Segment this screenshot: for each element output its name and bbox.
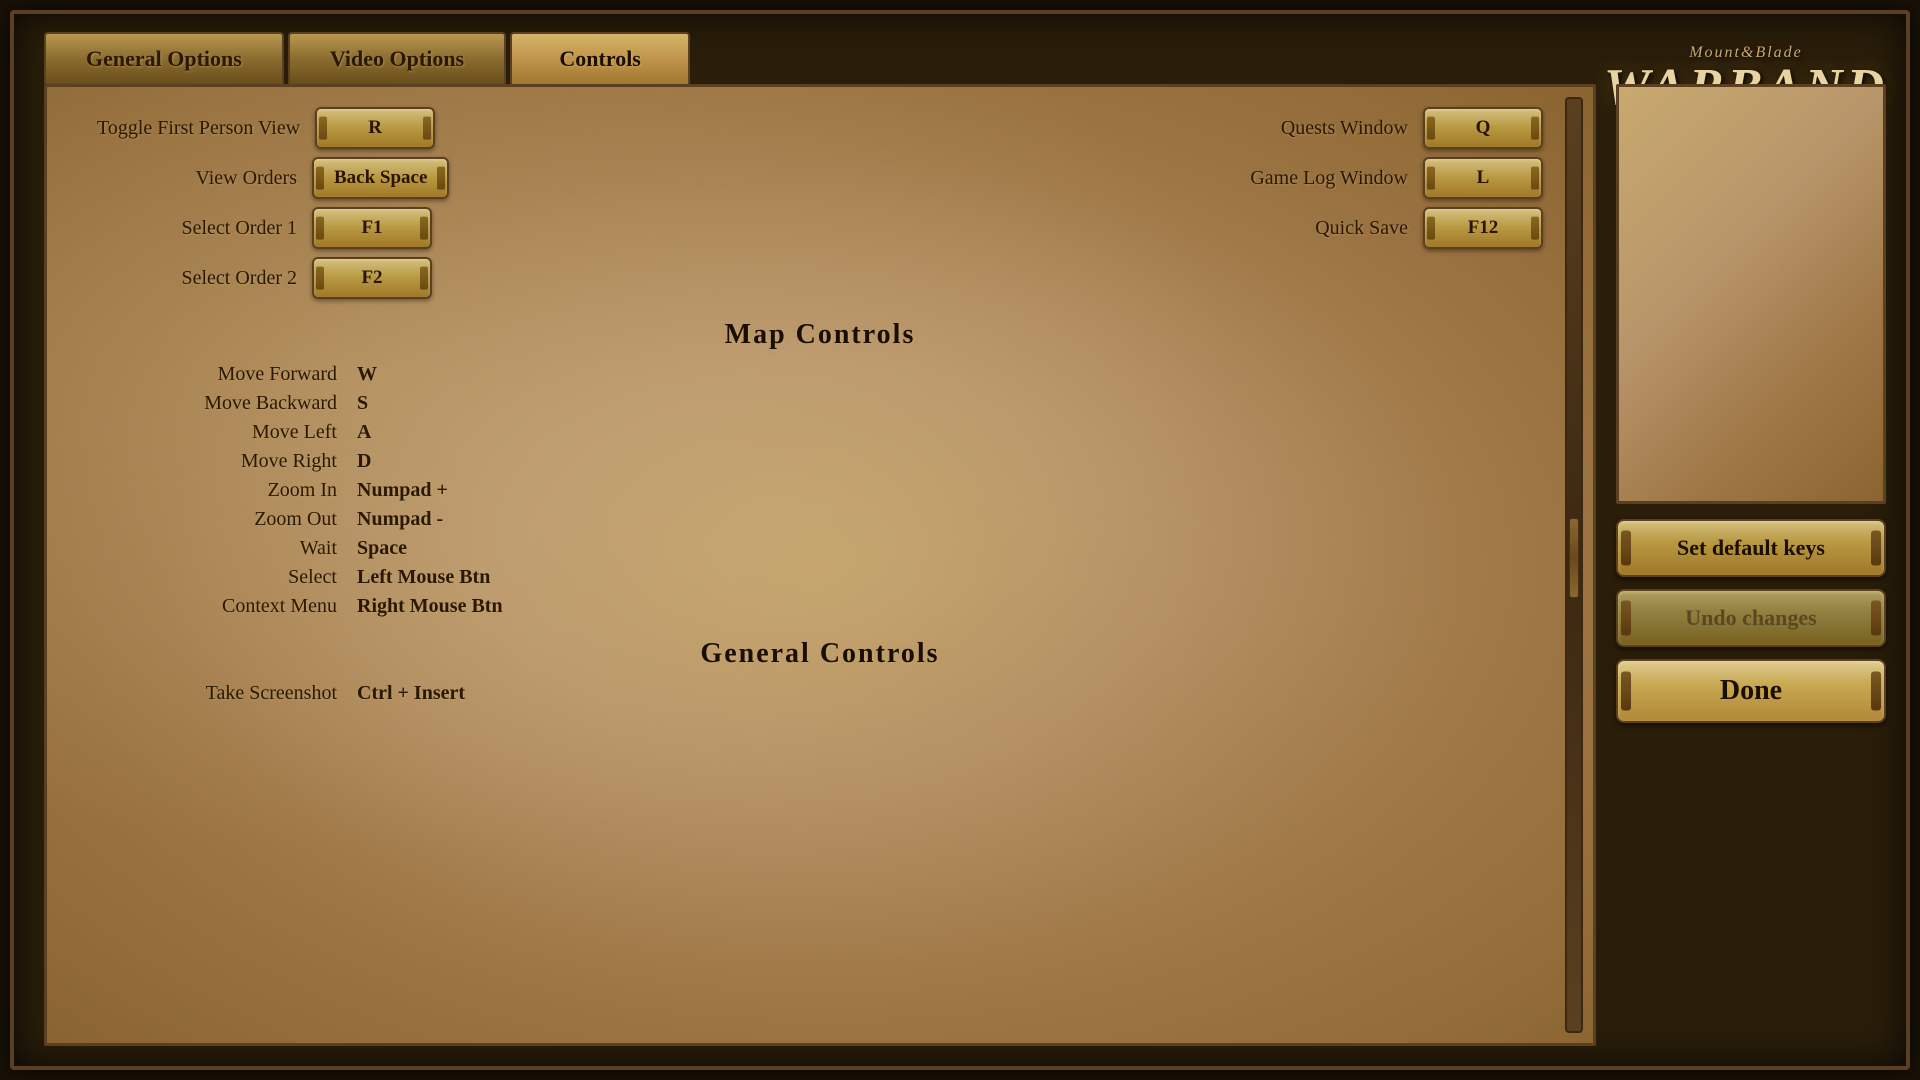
left-controls: Toggle First Person View R View Orders B… — [97, 107, 449, 299]
label-quests-window: Quests Window — [1208, 117, 1408, 140]
right-panel: Set default keys Undo changes Done — [1616, 84, 1886, 1046]
key-move-left: A — [357, 421, 371, 444]
main-content: Toggle First Person View R View Orders B… — [44, 84, 1596, 1046]
right-controls: Quests Window Q Game Log Window L Quick … — [1208, 107, 1543, 299]
label-move-right: Move Right — [137, 450, 337, 473]
keybind-move-backward: Move Backward S — [137, 392, 1503, 415]
general-controls-table: Take Screenshot Ctrl + Insert — [77, 682, 1563, 705]
outer-frame: Mount&Blade WARBAND General Options Vide… — [10, 10, 1910, 1070]
key-select: Left Mouse Btn — [357, 566, 490, 589]
key-zoom-in: Numpad + — [357, 479, 448, 502]
control-row-quick-save: Quick Save F12 — [1208, 207, 1543, 249]
label-take-screenshot: Take Screenshot — [137, 682, 337, 705]
key-zoom-out: Numpad - — [357, 508, 443, 531]
control-row-quests-window: Quests Window Q — [1208, 107, 1543, 149]
label-view-orders: View Orders — [97, 167, 297, 190]
key-take-screenshot: Ctrl + Insert — [357, 682, 465, 705]
key-view-orders[interactable]: Back Space — [312, 157, 449, 199]
keybind-move-right: Move Right D — [137, 450, 1503, 473]
control-row-view-orders: View Orders Back Space — [97, 157, 449, 199]
scrollbar[interactable] — [1565, 97, 1583, 1033]
label-select-order-2: Select Order 2 — [97, 267, 297, 290]
label-move-forward: Move Forward — [137, 363, 337, 386]
control-row-game-log-window: Game Log Window L — [1208, 157, 1543, 199]
key-move-right: D — [357, 450, 371, 473]
label-toggle-first-person: Toggle First Person View — [97, 117, 300, 140]
controls-content: Toggle First Person View R View Orders B… — [47, 87, 1593, 1043]
control-row-select-order-1: Select Order 1 F1 — [97, 207, 449, 249]
control-row-select-order-2: Select Order 2 F2 — [97, 257, 449, 299]
label-wait: Wait — [137, 537, 337, 560]
key-toggle-first-person[interactable]: R — [315, 107, 435, 149]
key-wait: Space — [357, 537, 407, 560]
done-button[interactable]: Done — [1616, 659, 1886, 723]
keybind-zoom-in: Zoom In Numpad + — [137, 479, 1503, 502]
keybind-take-screenshot: Take Screenshot Ctrl + Insert — [137, 682, 1503, 705]
key-select-order-2[interactable]: F2 — [312, 257, 432, 299]
label-move-left: Move Left — [137, 421, 337, 444]
key-move-forward: W — [357, 363, 377, 386]
set-default-keys-button[interactable]: Set default keys — [1616, 519, 1886, 577]
tab-video-options[interactable]: Video Options — [288, 32, 506, 84]
label-game-log-window: Game Log Window — [1208, 167, 1408, 190]
key-select-order-1[interactable]: F1 — [312, 207, 432, 249]
key-context-menu: Right Mouse Btn — [357, 595, 503, 618]
action-buttons: Set default keys Undo changes Done — [1616, 519, 1886, 733]
tab-general-options[interactable]: General Options — [44, 32, 284, 84]
key-move-backward: S — [357, 392, 368, 415]
label-zoom-out: Zoom Out — [137, 508, 337, 531]
scrollbar-thumb[interactable] — [1569, 518, 1579, 598]
top-controls: Toggle First Person View R View Orders B… — [77, 107, 1563, 299]
label-context-menu: Context Menu — [137, 595, 337, 618]
key-game-log-window[interactable]: L — [1423, 157, 1543, 199]
label-quick-save: Quick Save — [1208, 217, 1408, 240]
tab-bar: General Options Video Options Controls — [44, 32, 690, 84]
undo-changes-button[interactable]: Undo changes — [1616, 589, 1886, 647]
general-controls-header: General Controls — [77, 638, 1563, 670]
keybind-select: Select Left Mouse Btn — [137, 566, 1503, 589]
control-row-toggle-first-person: Toggle First Person View R — [97, 107, 449, 149]
label-zoom-in: Zoom In — [137, 479, 337, 502]
keybind-wait: Wait Space — [137, 537, 1503, 560]
map-controls-header: Map Controls — [77, 319, 1563, 351]
map-controls-table: Move Forward W Move Backward S Move Left… — [77, 363, 1563, 618]
keybind-move-left: Move Left A — [137, 421, 1503, 444]
tab-controls[interactable]: Controls — [510, 32, 690, 84]
keybind-context-menu: Context Menu Right Mouse Btn — [137, 595, 1503, 618]
keybind-zoom-out: Zoom Out Numpad - — [137, 508, 1503, 531]
preview-area — [1616, 84, 1886, 504]
label-move-backward: Move Backward — [137, 392, 337, 415]
key-quests-window[interactable]: Q — [1423, 107, 1543, 149]
key-quick-save[interactable]: F12 — [1423, 207, 1543, 249]
label-select: Select — [137, 566, 337, 589]
keybind-move-forward: Move Forward W — [137, 363, 1503, 386]
label-select-order-1: Select Order 1 — [97, 217, 297, 240]
